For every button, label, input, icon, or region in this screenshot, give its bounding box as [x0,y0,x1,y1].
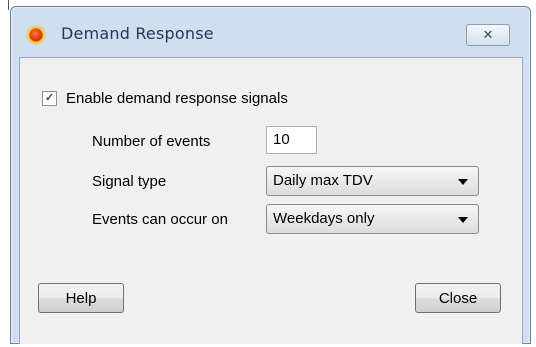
demand-response-sun-icon [25,24,47,46]
dialog-client-area: ✓ Enable demand response signals Number … [19,57,523,344]
window-close-button[interactable]: ✕ [466,24,510,46]
chevron-down-icon [458,179,468,185]
enable-demand-response-row[interactable]: ✓ Enable demand response signals [42,90,288,107]
title-bar[interactable]: Demand Response ✕ [11,7,530,57]
help-button[interactable]: Help [38,283,124,313]
enable-demand-response-label: Enable demand response signals [66,90,288,107]
signal-type-value: Daily max TDV [273,172,373,189]
events-can-occur-on-value: Weekdays only [273,210,375,227]
demand-response-dialog: Demand Response ✕ ✓ Enable demand respon… [10,6,531,344]
close-button[interactable]: Close [415,283,501,313]
close-icon: ✕ [482,27,494,43]
chevron-down-icon [458,217,468,223]
cursor-artifact [8,0,9,10]
number-of-events-label: Number of events [92,133,211,150]
signal-type-label: Signal type [92,173,167,190]
window-title: Demand Response [61,24,214,43]
signal-type-select[interactable]: Daily max TDV [266,166,479,196]
checkmark-icon: ✓ [44,92,55,104]
events-can-occur-on-select[interactable]: Weekdays only [266,204,479,234]
enable-demand-response-checkbox[interactable]: ✓ [42,91,57,106]
events-can-occur-on-label: Events can occur on [92,211,228,228]
number-of-events-input[interactable]: 10 [266,126,317,154]
